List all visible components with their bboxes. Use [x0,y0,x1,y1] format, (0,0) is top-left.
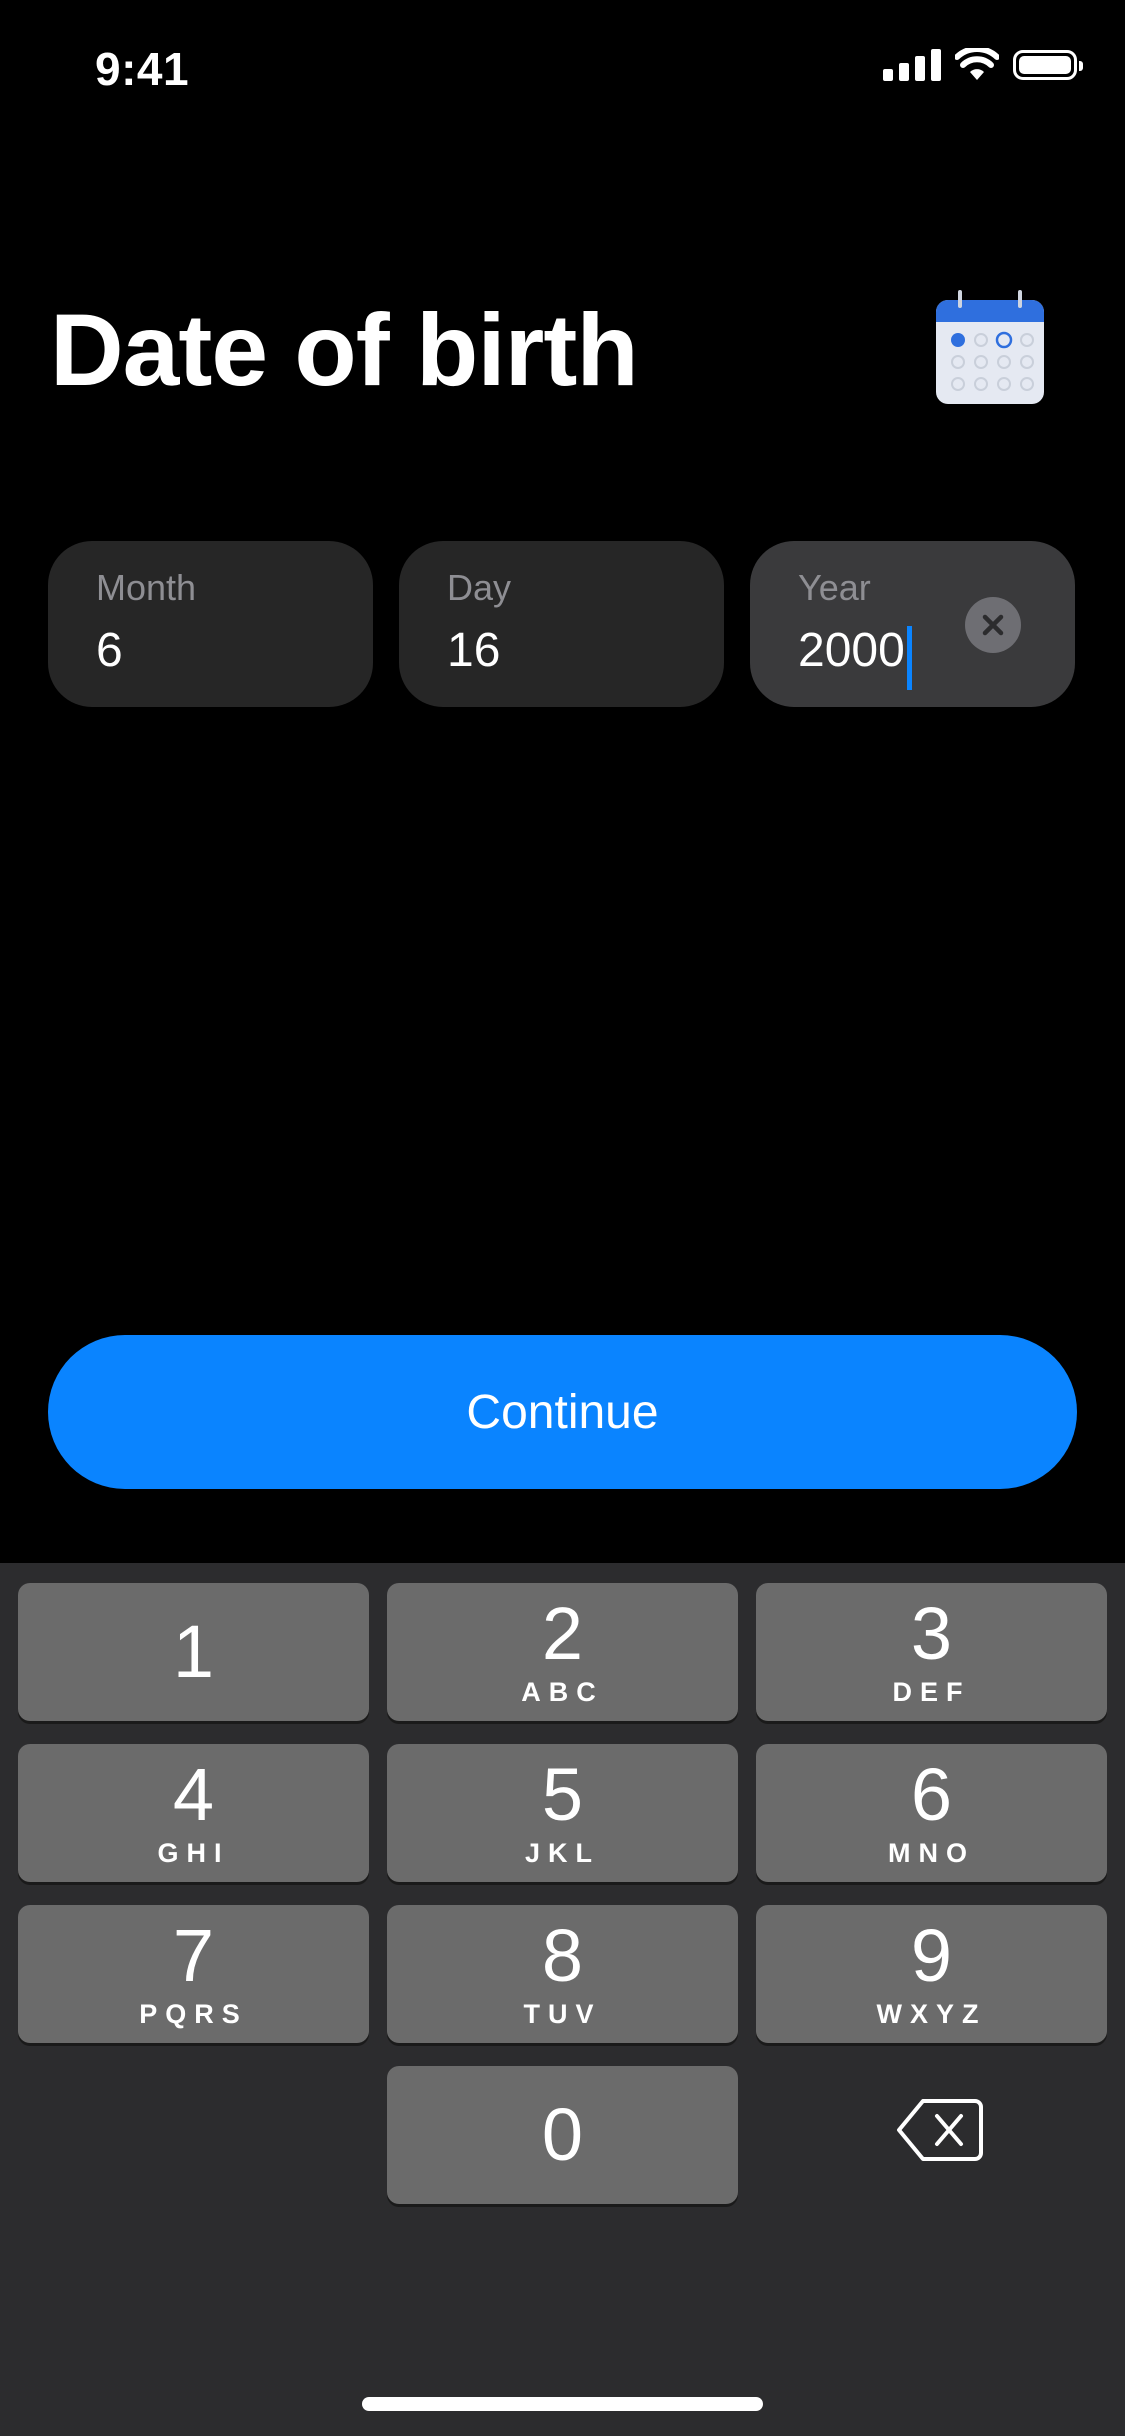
page-title: Date of birth [50,293,639,407]
continue-button[interactable]: Continue [48,1335,1077,1489]
key-letters: PQRS [139,1998,248,2029]
key-3[interactable]: 3 DEF [756,1583,1107,1721]
date-fields: Month 6 Day 16 Year 2000 [48,541,1075,707]
cellular-signal-icon [883,49,941,81]
clear-button[interactable] [965,597,1021,653]
key-digit: 8 [541,1913,584,1997]
text-cursor [906,625,912,690]
month-field[interactable]: Month 6 [48,541,373,707]
key-4[interactable]: 4 GHI [18,1744,369,1882]
key-1[interactable]: 1 [18,1583,369,1721]
key-5[interactable]: 5 JKL [387,1744,738,1882]
year-field[interactable]: Year 2000 [750,541,1075,707]
key-digit: 7 [172,1913,215,1997]
key-letters: TUV [523,1998,602,2029]
year-label: Year [798,567,871,608]
key-0[interactable]: 0 [387,2066,738,2204]
key-letters: GHI [157,1837,230,1868]
home-indicator[interactable] [362,2397,763,2411]
year-value: 2000 [798,624,905,677]
key-digit: 6 [910,1752,953,1836]
month-label: Month [96,567,197,608]
key-digit: 1 [172,1610,215,1693]
key-2[interactable]: 2 ABC [387,1583,738,1721]
key-digit: 9 [910,1913,953,1997]
key-digit: 5 [541,1752,584,1836]
key-digit: 2 [541,1591,584,1675]
wifi-icon [955,48,999,80]
battery-icon [1013,50,1083,80]
calendar-icon [936,290,1044,404]
day-field[interactable]: Day 16 [399,541,724,707]
backspace-icon[interactable] [895,2095,985,2165]
key-letters: WXYZ [876,1998,987,2029]
key-letters: ABC [521,1676,604,1707]
key-digit: 4 [172,1752,215,1836]
key-letters: MNO [888,1837,975,1868]
day-label: Day [447,567,512,608]
key-7[interactable]: 7 PQRS [18,1905,369,2043]
key-8[interactable]: 8 TUV [387,1905,738,2043]
key-digit: 0 [541,2093,584,2176]
key-9[interactable]: 9 WXYZ [756,1905,1107,2043]
key-digit: 3 [910,1591,953,1675]
clear-icon [982,614,1004,636]
key-6[interactable]: 6 MNO [756,1744,1107,1882]
status-icons [883,48,1083,82]
key-letters: JKL [524,1837,600,1868]
day-value: 16 [447,624,501,677]
month-value: 6 [96,624,123,677]
key-letters: DEF [892,1676,971,1707]
status-time: 9:41 [95,43,190,95]
